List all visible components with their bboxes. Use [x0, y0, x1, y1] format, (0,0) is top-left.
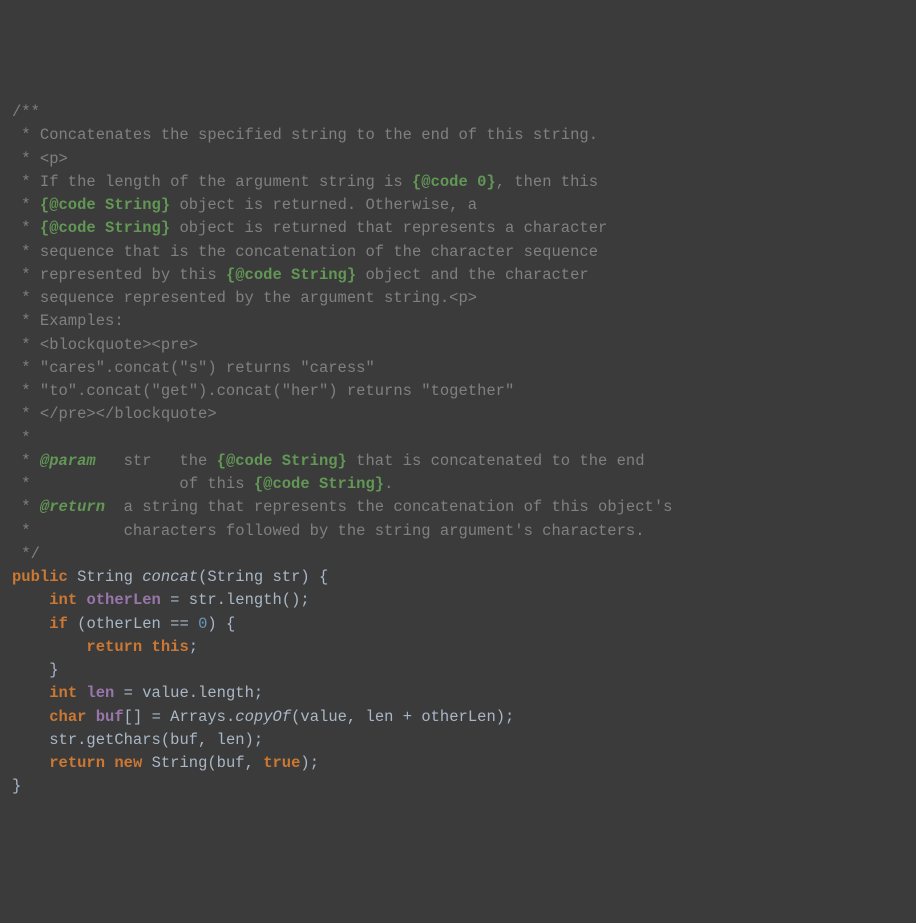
doc-return-tag: @return	[40, 498, 105, 516]
method-sig: (String str) {	[198, 568, 328, 586]
doc-line: * sequence represented by the argument s…	[12, 289, 449, 307]
doc-line: *	[12, 336, 40, 354]
doc-line: * Concatenates the specified string to t…	[12, 126, 598, 144]
doc-code-tag: {@code String}	[40, 196, 170, 214]
var-len: len	[86, 684, 114, 702]
doc-code-tag: {@code String}	[226, 266, 356, 284]
code-block: /** * Concatenates the specified string …	[12, 101, 904, 799]
expr: (value, len + otherLen);	[291, 708, 514, 726]
doc-line: *	[12, 150, 40, 168]
doc-line: *	[12, 498, 40, 516]
method-copyof: copyOf	[235, 708, 291, 726]
doc-param-tag: @param	[40, 452, 96, 470]
doc-line: * "to".concat("get").concat("her") retur…	[12, 382, 514, 400]
ctor-close: );	[300, 754, 319, 772]
keyword-return: return	[86, 638, 142, 656]
expr: str.getChars(buf, len);	[49, 731, 263, 749]
doc-code-tag: {@code 0}	[412, 173, 496, 191]
doc-open: /**	[12, 103, 40, 121]
doc-html: <p>	[40, 150, 68, 168]
ctor: String(buf,	[152, 754, 264, 772]
doc-code-tag: {@code String}	[254, 475, 384, 493]
expr: str.length();	[189, 591, 310, 609]
doc-line: * of this	[12, 475, 254, 493]
doc-close: */	[12, 545, 40, 563]
var-buf: buf	[96, 708, 124, 726]
doc-line: *	[12, 219, 40, 237]
assign: =	[114, 684, 142, 702]
doc-line: *	[12, 429, 31, 447]
keyword-return: return	[49, 754, 105, 772]
semi: ;	[189, 638, 198, 656]
doc-line: that is concatenated to the end	[347, 452, 645, 470]
doc-line: * If the length of the argument string i…	[12, 173, 412, 191]
doc-html: <blockquote><pre>	[40, 336, 198, 354]
doc-line: * "cares".concat("s") returns "caress"	[12, 359, 375, 377]
keyword-if: if	[49, 615, 68, 633]
keyword-int: int	[49, 684, 77, 702]
doc-line: *	[12, 405, 40, 423]
brackets: []	[124, 708, 143, 726]
keyword-int: int	[49, 591, 77, 609]
doc-html: <p>	[449, 289, 477, 307]
doc-line: * sequence that is the concatenation of …	[12, 243, 598, 261]
keyword-new: new	[114, 754, 142, 772]
doc-line: *	[12, 196, 40, 214]
doc-html: </pre></blockquote>	[40, 405, 217, 423]
assign: =	[142, 708, 170, 726]
expr: Arrays.	[170, 708, 235, 726]
paren-open: (	[68, 615, 87, 633]
brace-close: }	[12, 777, 21, 795]
expr: value.length;	[142, 684, 263, 702]
doc-line: .	[384, 475, 393, 493]
keyword-char: char	[49, 708, 86, 726]
doc-code-tag: {@code String}	[217, 452, 347, 470]
doc-line: *	[12, 452, 40, 470]
literal-zero: 0	[198, 615, 207, 633]
brace-close: }	[49, 661, 58, 679]
paren-close: ) {	[207, 615, 235, 633]
doc-line: str the	[96, 452, 217, 470]
doc-line: * Examples:	[12, 312, 124, 330]
doc-line: object is returned that represents a cha…	[170, 219, 607, 237]
keyword-public: public	[12, 568, 68, 586]
assign: =	[161, 591, 189, 609]
method-name: concat	[142, 568, 198, 586]
keyword-this: this	[152, 638, 189, 656]
keyword-true: true	[263, 754, 300, 772]
doc-line: , then this	[496, 173, 598, 191]
var-ref: otherLen	[86, 615, 160, 633]
doc-line: object and the character	[356, 266, 589, 284]
doc-line: a string that represents the concatenati…	[105, 498, 672, 516]
type-string: String	[77, 568, 133, 586]
doc-line: * represented by this	[12, 266, 226, 284]
doc-code-tag: {@code String}	[40, 219, 170, 237]
doc-line: object is returned. Otherwise, a	[170, 196, 477, 214]
doc-line: * characters followed by the string argu…	[12, 522, 645, 540]
op-eqeq: ==	[161, 615, 198, 633]
var-otherlen: otherLen	[86, 591, 160, 609]
